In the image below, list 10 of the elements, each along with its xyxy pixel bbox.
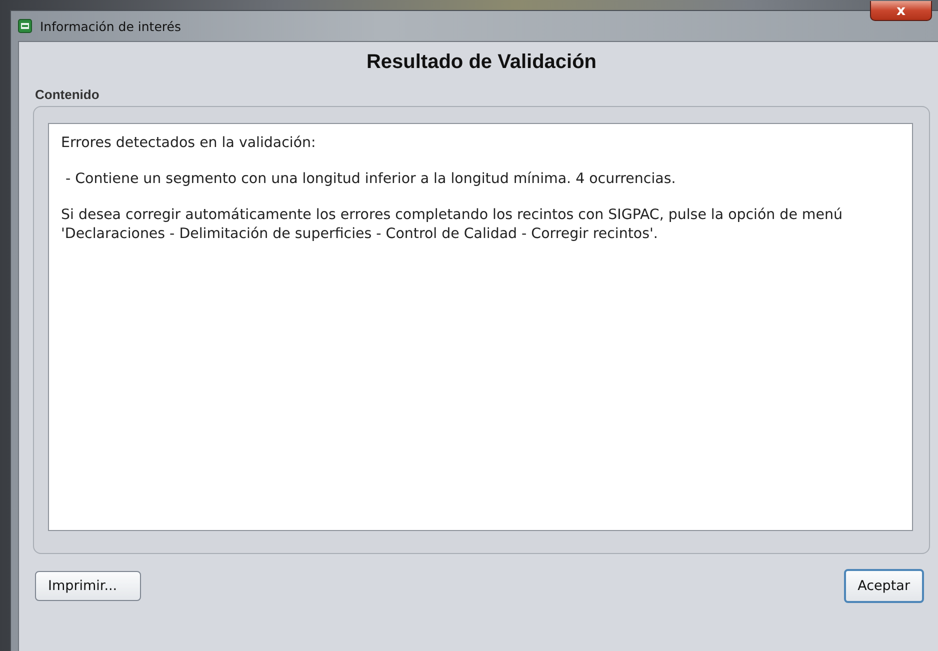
message-paragraph: - Contiene un segmento con una longitud inferior a la longitud mínima. 4 ocurrencias. [64, 170, 677, 189]
app-icon [18, 19, 32, 33]
window-title: Información de interés [40, 18, 181, 34]
group-label: Contenido [35, 87, 100, 102]
close-button[interactable]: x [870, 1, 932, 21]
accept-button[interactable]: Aceptar [844, 569, 924, 603]
print-button[interactable]: Imprimir... [35, 571, 141, 601]
dialog-heading: Resultado de Validación [365, 51, 598, 75]
message-paragraph: Errores detectados en la validación: [61, 134, 317, 153]
message-paragraph: Si desea corregir automáticamente los errores completando los recintos con SIGPAC, pulse la opción de menú 'Declaraciones - Delimitación de superficies - Control de Calidad - Corregir recintos'. [61, 206, 844, 244]
